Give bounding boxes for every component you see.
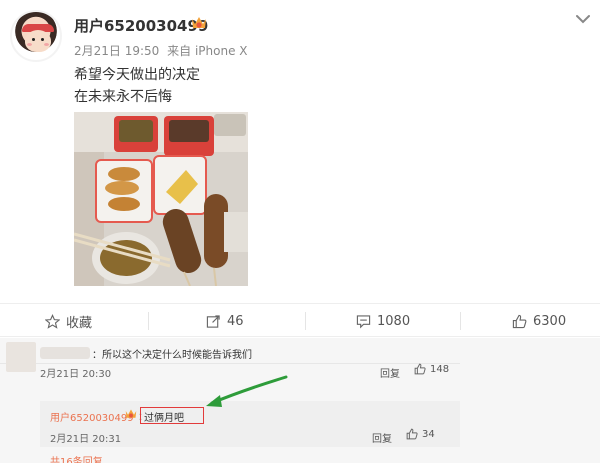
post-date[interactable]: 2月21日 19:50 (74, 44, 159, 58)
avatar-cheek (44, 43, 49, 46)
post-meta: 2月21日 19:50 来自 iPhone X (74, 42, 252, 59)
subreply-reply-button[interactable]: 回复 (372, 430, 392, 445)
commenter-avatar[interactable] (6, 342, 36, 372)
comment-reply-button[interactable]: 回复 (380, 365, 400, 380)
more-replies-link[interactable]: 共16条回复 (50, 453, 103, 463)
repost-button[interactable]: 46 (206, 304, 244, 338)
vip-badge-icon (125, 409, 137, 418)
avatar-cheek (27, 43, 32, 46)
vip-badge-icon (192, 17, 206, 28)
post-username[interactable]: 用户6520030499 (74, 15, 208, 36)
thumbs-up-icon (512, 314, 527, 328)
comment-like-button[interactable]: 148 (414, 363, 449, 375)
comment-count: 1080 (377, 313, 411, 329)
annotation-arrow-icon (206, 375, 288, 407)
subreply-username[interactable]: 用户6520030499 (50, 409, 134, 424)
comment-like-count: 148 (430, 363, 450, 375)
repost-count: 46 (227, 313, 244, 329)
commenter-name-blurred[interactable] (40, 347, 90, 359)
subreply-like-button[interactable]: 34 (406, 428, 435, 440)
subreply-text: 过俩月吧 (140, 407, 204, 424)
weibo-post: 用户6520030499 2月21日 19:50 来自 iPhone X 希望今… (0, 0, 600, 300)
avatar-face (25, 30, 51, 52)
post-content-line: 在未来永不后悔 (74, 89, 172, 105)
action-divider (148, 312, 149, 330)
repost-icon (206, 314, 220, 328)
comment-section: ：所以这个决定什么时候能告诉我们 2月21日 20:30 回复 148 用户65… (0, 338, 600, 463)
comment-button[interactable]: 1080 (356, 304, 410, 338)
action-bar: 收藏 46 1080 6300 (0, 303, 600, 337)
avatar-eye (32, 38, 35, 41)
favorite-button[interactable]: 收藏 (45, 304, 92, 338)
action-divider (305, 312, 306, 330)
comment-icon (356, 314, 371, 328)
like-button[interactable]: 6300 (512, 304, 566, 338)
comment-text: ：所以这个决定什么时候能告诉我们 (92, 350, 252, 361)
subreply-like-count: 34 (422, 428, 435, 440)
post-content-line: 希望今天做出的决定 (74, 67, 200, 83)
comment-date: 2月21日 20:30 (40, 369, 112, 380)
favorite-label: 收藏 (66, 315, 93, 331)
chevron-down-icon[interactable] (576, 14, 590, 24)
food-photo[interactable] (74, 112, 248, 286)
user-avatar[interactable] (10, 10, 62, 62)
like-count: 6300 (533, 313, 567, 329)
post-content: 希望今天做出的决定 在未来永不后悔 (74, 64, 200, 108)
thumbs-up-icon (406, 428, 418, 440)
comment-divider (0, 363, 460, 364)
subreply-date: 2月21日 20:31 (50, 434, 122, 445)
thumbs-up-icon (414, 363, 426, 375)
star-icon (45, 313, 60, 329)
avatar-eye (41, 38, 44, 41)
post-source: 来自 iPhone X (167, 44, 248, 58)
action-divider (460, 312, 461, 330)
